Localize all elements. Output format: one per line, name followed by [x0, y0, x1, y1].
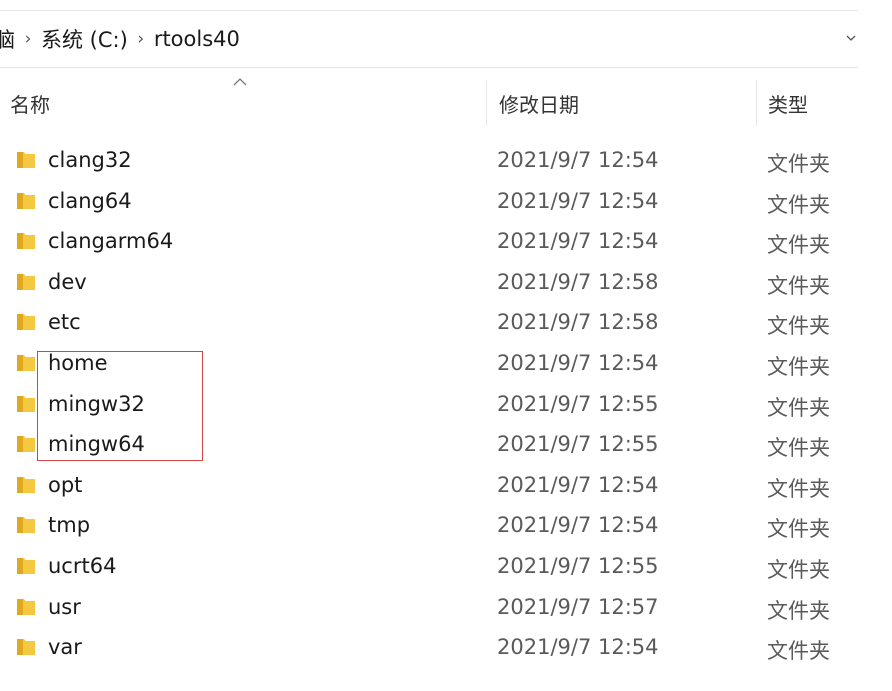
folder-icon	[17, 192, 35, 209]
file-type: 文件夹	[767, 233, 830, 258]
file-type: 文件夹	[767, 557, 830, 582]
file-date-modified: 2021/9/7 12:54	[497, 472, 659, 497]
file-name: usr	[48, 594, 81, 619]
file-date-modified: 2021/9/7 12:55	[497, 553, 659, 578]
column-header-date-modified[interactable]: 修改日期	[486, 80, 754, 126]
folder-icon	[17, 557, 35, 574]
file-name: mingw64	[48, 432, 145, 457]
folder-icon	[17, 436, 35, 453]
file-row-ucrt64[interactable]: ucrt64 2021/9/7 12:55 文件夹	[0, 546, 858, 587]
file-name: opt	[48, 472, 83, 497]
file-name: home	[48, 350, 108, 375]
file-date-modified: 2021/9/7 12:55	[497, 391, 659, 416]
file-list: clang32 2021/9/7 12:54 文件夹 clang64 2021/…	[0, 140, 858, 668]
file-row-var[interactable]: var 2021/9/7 12:54 文件夹	[0, 627, 858, 668]
folder-icon	[17, 233, 35, 250]
file-name: mingw32	[48, 391, 145, 416]
file-row-mingw64[interactable]: mingw64 2021/9/7 12:55 文件夹	[0, 424, 858, 465]
breadcrumb[interactable]: 电脑 › 系统 (C:) › rtools40	[0, 12, 858, 66]
folder-icon	[17, 395, 35, 412]
chevron-right-icon[interactable]: ›	[128, 29, 154, 49]
file-type: 文件夹	[767, 517, 830, 542]
file-date-modified: 2021/9/7 12:58	[497, 310, 659, 335]
file-type: 文件夹	[767, 476, 830, 501]
folder-icon	[17, 639, 35, 656]
folder-icon	[17, 354, 35, 371]
folder-icon	[17, 598, 35, 615]
breadcrumb-item-truncated[interactable]: 电脑	[0, 24, 15, 54]
file-type: 文件夹	[767, 354, 830, 379]
window-top-border	[0, 10, 858, 11]
file-name: dev	[48, 269, 87, 294]
file-date-modified: 2021/9/7 12:54	[497, 148, 659, 172]
file-row-mingw32[interactable]: mingw32 2021/9/7 12:55 文件夹	[0, 384, 858, 425]
breadcrumb-item-drive[interactable]: 系统 (C:)	[41, 24, 128, 54]
file-name: var	[48, 635, 82, 660]
folder-icon	[17, 314, 35, 331]
file-name: clangarm64	[48, 229, 174, 254]
address-bar-divider	[0, 67, 858, 68]
file-name: clang64	[48, 188, 132, 213]
file-type: 文件夹	[767, 273, 830, 298]
file-type: 文件夹	[767, 395, 830, 420]
file-date-modified: 2021/9/7 12:57	[497, 594, 659, 619]
file-type: 文件夹	[767, 436, 830, 461]
file-date-modified: 2021/9/7 12:54	[497, 188, 659, 213]
column-header-name[interactable]: 名称	[10, 80, 484, 126]
folder-icon	[17, 273, 35, 290]
breadcrumb-item-folder[interactable]: rtools40	[154, 27, 240, 51]
chevron-right-icon[interactable]: ›	[15, 29, 41, 49]
file-name: clang32	[48, 148, 132, 172]
file-date-modified: 2021/9/7 12:58	[497, 269, 659, 294]
file-row-tmp[interactable]: tmp 2021/9/7 12:54 文件夹	[0, 505, 858, 546]
file-date-modified: 2021/9/7 12:54	[497, 635, 659, 660]
file-row-clangarm64[interactable]: clangarm64 2021/9/7 12:54 文件夹	[0, 221, 858, 262]
chevron-down-icon[interactable]	[844, 31, 858, 45]
file-type: 文件夹	[767, 152, 830, 176]
file-row-clang32[interactable]: clang32 2021/9/7 12:54 文件夹	[0, 140, 858, 181]
file-row-usr[interactable]: usr 2021/9/7 12:57 文件夹	[0, 587, 858, 628]
file-row-opt[interactable]: opt 2021/9/7 12:54 文件夹	[0, 465, 858, 506]
file-name: ucrt64	[48, 553, 117, 578]
file-type: 文件夹	[767, 314, 830, 339]
file-row-home[interactable]: home 2021/9/7 12:54 文件夹	[0, 343, 858, 384]
file-date-modified: 2021/9/7 12:54	[497, 513, 659, 538]
file-row-etc[interactable]: etc 2021/9/7 12:58 文件夹	[0, 302, 858, 343]
column-header-type[interactable]: 类型	[756, 80, 856, 126]
file-row-clang64[interactable]: clang64 2021/9/7 12:54 文件夹	[0, 181, 858, 222]
file-date-modified: 2021/9/7 12:55	[497, 432, 659, 457]
file-name: etc	[48, 310, 81, 335]
folder-icon	[17, 476, 35, 493]
file-row-dev[interactable]: dev 2021/9/7 12:58 文件夹	[0, 262, 858, 303]
folder-icon	[17, 517, 35, 534]
folder-icon	[17, 152, 35, 168]
file-name: tmp	[48, 513, 91, 538]
file-type: 文件夹	[767, 192, 830, 217]
file-date-modified: 2021/9/7 12:54	[497, 350, 659, 375]
file-date-modified: 2021/9/7 12:54	[497, 229, 659, 254]
file-type: 文件夹	[767, 639, 830, 664]
file-type: 文件夹	[767, 598, 830, 623]
